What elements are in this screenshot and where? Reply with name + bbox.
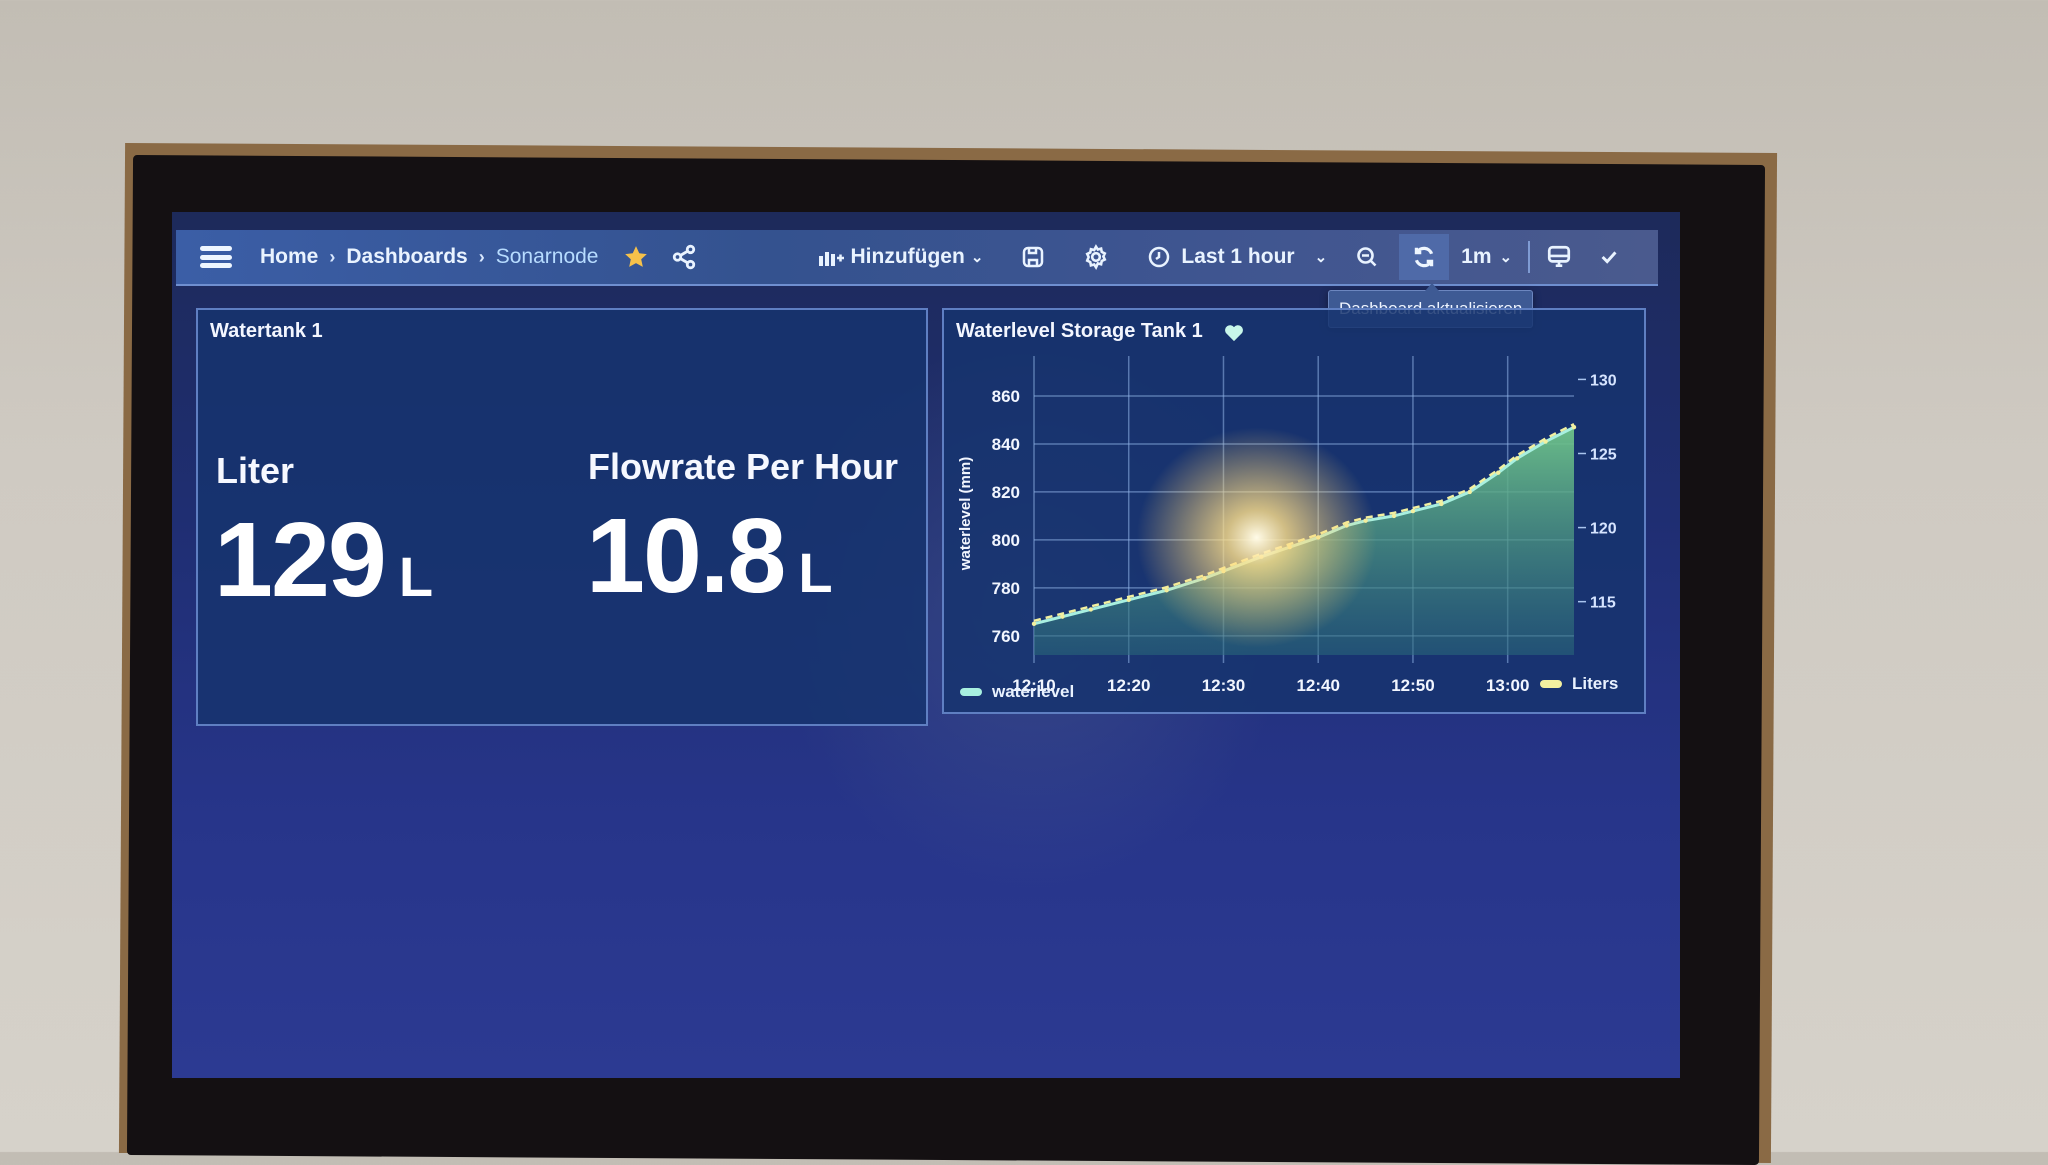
y-tick-label: 800 xyxy=(992,531,1020,550)
zoom-out-icon[interactable] xyxy=(1355,245,1379,269)
data-point xyxy=(1088,607,1094,612)
y-tick-label: 860 xyxy=(992,387,1020,406)
toolbar-divider xyxy=(1528,241,1531,273)
stat-unit: L xyxy=(398,545,434,608)
legend-label: waterlevel xyxy=(992,682,1075,701)
empty-dashboard-area xyxy=(172,772,1680,1078)
breadcrumb-separator: › xyxy=(478,246,485,267)
data-point xyxy=(1126,597,1131,603)
waterlevel-chart-panel: Waterlevel Storage Tank 1 760 780 800 820 84… xyxy=(942,308,1646,714)
data-point xyxy=(1467,489,1472,495)
legend-item-liters[interactable]: Liters xyxy=(1540,674,1618,694)
time-range-label: Last 1 hour xyxy=(1181,245,1295,268)
add-panel-icon xyxy=(817,246,845,268)
data-point xyxy=(1514,456,1520,461)
chevron-down-icon[interactable] xyxy=(1598,246,1620,268)
legend-label: Liters xyxy=(1572,674,1619,693)
star-icon[interactable] xyxy=(623,244,649,270)
light-reflection xyxy=(1136,427,1377,648)
x-tick-label: 13:00 xyxy=(1486,676,1529,695)
data-point xyxy=(1031,621,1037,627)
data-point xyxy=(1543,439,1548,444)
stat-unit: L xyxy=(798,541,833,604)
refresh-interval-picker[interactable]: 1m ⌄ xyxy=(1461,245,1512,269)
refresh-button[interactable] xyxy=(1399,234,1450,280)
chevron-down-icon: ⌄ xyxy=(970,249,984,266)
y2-tick-label: 125 xyxy=(1590,446,1617,463)
data-point xyxy=(1571,424,1577,430)
data-point xyxy=(1496,470,1501,475)
data-point xyxy=(1410,508,1416,514)
x-tick-label: 12:30 xyxy=(1202,676,1245,695)
stat-number: 129 xyxy=(214,501,387,619)
watertank-panel: Watertank 1 Liter 129 L Flowrate Per Hour… xyxy=(196,308,928,726)
panel-title: Watertank 1 xyxy=(210,320,323,342)
y-tick-label: 820 xyxy=(992,483,1020,502)
clock-icon xyxy=(1147,245,1171,269)
x-tick-label: 12:40 xyxy=(1296,676,1339,695)
gear-icon[interactable] xyxy=(1083,244,1109,270)
save-icon[interactable] xyxy=(1021,245,1045,269)
refresh-interval-label: 1m xyxy=(1461,245,1492,268)
legend-swatch xyxy=(960,688,982,696)
refresh-icon xyxy=(1411,244,1437,270)
add-panel-label: Hinzufügen xyxy=(850,245,965,268)
x-tick-label: 12:50 xyxy=(1391,676,1434,695)
stat-value-flowrate: 10.8 L xyxy=(586,496,833,617)
dashboard-screen: Home › Dashboards › Sonarnode Hinzufügen… xyxy=(172,212,1680,1078)
data-point xyxy=(1391,513,1397,519)
breadcrumb-dashboards[interactable]: Dashboards xyxy=(346,245,467,269)
stat-label-flowrate: Flowrate Per Hour xyxy=(588,446,899,487)
y-axis-label: waterlevel (mm) xyxy=(957,457,974,571)
y2-tick-label: 130 xyxy=(1590,372,1617,389)
top-navigation-bar: Home › Dashboards › Sonarnode Hinzufügen… xyxy=(176,230,1658,286)
y2-tick-label: 115 xyxy=(1590,595,1616,612)
y-tick-label: 840 xyxy=(992,435,1020,454)
data-point xyxy=(1060,614,1065,619)
hamburger-menu-icon[interactable] xyxy=(200,246,232,268)
add-panel-button[interactable]: Hinzufügen ⌄ xyxy=(817,245,984,269)
data-point xyxy=(1439,501,1444,507)
breadcrumb: Home › Dashboards › Sonarnode xyxy=(260,245,599,269)
share-icon[interactable] xyxy=(671,244,697,270)
x-tick-label: 12:20 xyxy=(1107,676,1150,695)
chevron-down-icon: ⌄ xyxy=(1499,249,1513,266)
chevron-down-icon: ⌄ xyxy=(1314,249,1328,266)
stat-value-liter: 129 L xyxy=(214,500,433,621)
stat-label-liter: Liter xyxy=(216,450,295,491)
legend-swatch xyxy=(1540,680,1562,688)
stat-number: 10.8 xyxy=(586,497,786,615)
breadcrumb-separator: › xyxy=(329,246,336,267)
monitor-icon[interactable] xyxy=(1546,244,1572,270)
y2-tick-label: 120 xyxy=(1590,521,1617,538)
breadcrumb-current[interactable]: Sonarnode xyxy=(496,245,599,269)
y-tick-label: 760 xyxy=(992,627,1020,646)
y-tick-label: 780 xyxy=(992,579,1020,598)
time-range-picker[interactable]: Last 1 hour ⌄ xyxy=(1147,245,1327,269)
breadcrumb-home[interactable]: Home xyxy=(260,245,318,269)
legend-item-waterlevel[interactable]: waterlevel xyxy=(960,682,1074,702)
waterlevel-chart: 76078080082084086012:10 12:20 12:30 12:40 12… xyxy=(957,356,1617,695)
